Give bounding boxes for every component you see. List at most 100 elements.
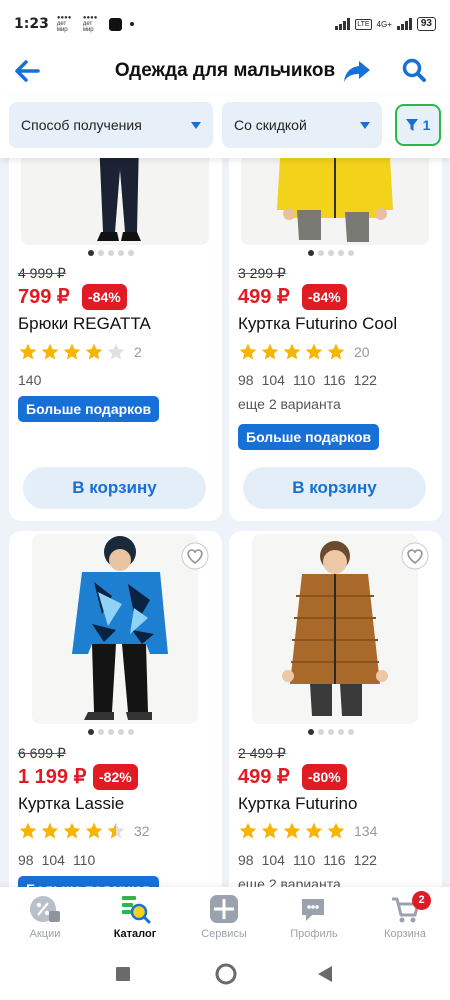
nav-item-promotions[interactable]: Акции (5, 893, 85, 940)
delivery-method-dropdown[interactable]: Способ получения (9, 102, 213, 148)
product-name: Куртка Futurino Cool (238, 314, 398, 333)
image-pager-dots (88, 250, 134, 256)
logo-bottom-text: мир (56, 27, 68, 33)
rating-stars: 20 (238, 342, 370, 362)
search-icon[interactable] (400, 56, 428, 84)
rating-stars: 32 (18, 821, 150, 841)
star-full-icon (19, 343, 37, 360)
profile-icon (302, 899, 324, 921)
star-full-icon (19, 822, 37, 839)
product-card[interactable]: 4 999 ₽ 799 ₽ -84% Брюки REGATTA 2 140 Б… (9, 140, 222, 521)
battery-icon: 93 (416, 17, 436, 31)
nav-item-catalog[interactable]: Каталог (95, 893, 175, 940)
detmir-status-logo-2: ●●●● дет мир (82, 15, 98, 33)
size-option: 98 (18, 852, 34, 868)
cart-badge: 2 (412, 891, 431, 910)
filter-funnel-icon (405, 118, 418, 131)
discount-badge: -84% (302, 284, 347, 310)
screen: 1:23 ●●●● дет мир ●●●● дет мир LTE 4G+ 93 Од… (0, 0, 450, 1000)
rating-stars: 2 (18, 342, 142, 362)
nav-label: Профиль (290, 928, 338, 940)
current-price: 499 ₽ (238, 286, 290, 308)
add-to-cart-button[interactable]: В корзину (243, 467, 426, 509)
catalog-icon (122, 896, 151, 924)
review-count: 134 (354, 823, 378, 839)
star-full-icon (327, 343, 345, 360)
status-bar: 1:23 ●●●● дет мир ●●●● дет мир LTE 4G+ 93 (0, 0, 450, 48)
detmir-status-logo: ●●●● дет мир (57, 15, 79, 33)
review-count: 32 (134, 823, 150, 839)
page-title: Одежда для мальчиков (114, 60, 336, 81)
filter-bar: Способ получения Со скидкой 1 (0, 96, 450, 158)
nav-item-profile[interactable]: Профиль (274, 893, 354, 940)
status-right: LTE 4G+ 93 (335, 17, 436, 31)
size-option: 116 (323, 372, 346, 388)
star-full-icon (239, 822, 257, 839)
star-full-icon (85, 822, 103, 839)
more-gifts-badge[interactable]: Больше подарков (18, 396, 160, 422)
nav-item-cart[interactable]: 2 Корзина (365, 891, 445, 940)
size-option: 98 (238, 372, 254, 388)
image-pager-dots (88, 729, 134, 735)
image-pager-dots (308, 250, 354, 256)
product-card[interactable]: 3 299 ₽ 499 ₽ -84% Куртка Futurino Cool … (229, 140, 442, 521)
recent-apps-icon[interactable] (116, 967, 130, 981)
add-to-cart-button[interactable]: В корзину (23, 467, 206, 509)
star-full-icon (41, 822, 59, 839)
nav-item-services[interactable]: Сервисы (184, 893, 264, 940)
filter-button[interactable]: 1 (395, 104, 441, 146)
more-variants[interactable]: еще 2 варианта (238, 396, 341, 412)
current-price: 1 199 ₽ (18, 766, 87, 788)
nav-label: Корзина (384, 928, 426, 940)
notification-dot-icon (129, 22, 134, 26)
favorite-heart-icon[interactable] (401, 542, 429, 570)
home-icon[interactable] (215, 963, 237, 985)
share-icon[interactable] (342, 56, 372, 86)
product-card[interactable]: 2 499 ₽ 499 ₽ -80% Куртка Futurino 134 9… (229, 531, 442, 911)
nav-label: Сервисы (201, 928, 247, 940)
current-price: 499 ₽ (238, 766, 290, 788)
review-count: 20 (354, 344, 370, 360)
chevron-down-icon (360, 121, 370, 129)
delivery-method-label: Способ получения (21, 117, 142, 133)
network-type: 4G+ (376, 19, 392, 29)
percent-icon (30, 896, 60, 922)
size-option: 110 (72, 852, 96, 868)
size-option: 116 (323, 852, 346, 868)
size-option: 122 (353, 852, 377, 868)
star-half-icon (107, 822, 125, 839)
discount-badge: -80% (302, 764, 347, 790)
star-full-icon (261, 343, 279, 360)
size-list: 98 104 110 (18, 852, 103, 868)
discount-badge: -84% (82, 284, 127, 310)
current-price: 799 ₽ (18, 286, 70, 308)
old-price: 2 499 ₽ (238, 745, 286, 761)
product-name: Куртка Lassie (18, 794, 125, 813)
bottom-navigation: Акции Каталог Сервисы Профиль 2 Корзина (0, 887, 450, 947)
app-header: Одежда для мальчиков (0, 48, 450, 96)
product-image-brown-jacket[interactable] (252, 534, 418, 724)
app-notification-icon (108, 17, 122, 31)
review-count: 2 (134, 344, 142, 360)
favorite-heart-icon[interactable] (181, 542, 209, 570)
product-image-blue-camo-jacket[interactable] (32, 534, 198, 724)
size-list: 98 104 110 116 122 (238, 372, 385, 388)
rating-stars: 134 (238, 821, 377, 841)
signal-icon (335, 18, 351, 30)
services-icon (210, 895, 238, 923)
size-list: 140 (18, 372, 49, 388)
more-gifts-badge[interactable]: Больше подарков (238, 424, 380, 450)
star-full-icon (305, 822, 323, 839)
back-icon[interactable] (318, 966, 332, 982)
star-full-icon (63, 343, 81, 360)
discount-dropdown[interactable]: Со скидкой (222, 102, 382, 148)
size-option: 104 (261, 852, 285, 868)
star-empty-icon (107, 343, 125, 360)
product-card[interactable]: 6 699 ₽ 1 199 ₽ -82% Куртка Lassie 32 98… (9, 531, 222, 911)
star-full-icon (63, 822, 81, 839)
size-option: 104 (41, 852, 65, 868)
discount-badge: -82% (93, 764, 138, 790)
nav-label: Каталог (113, 928, 157, 940)
image-pager-dots (308, 729, 354, 735)
star-full-icon (305, 343, 323, 360)
